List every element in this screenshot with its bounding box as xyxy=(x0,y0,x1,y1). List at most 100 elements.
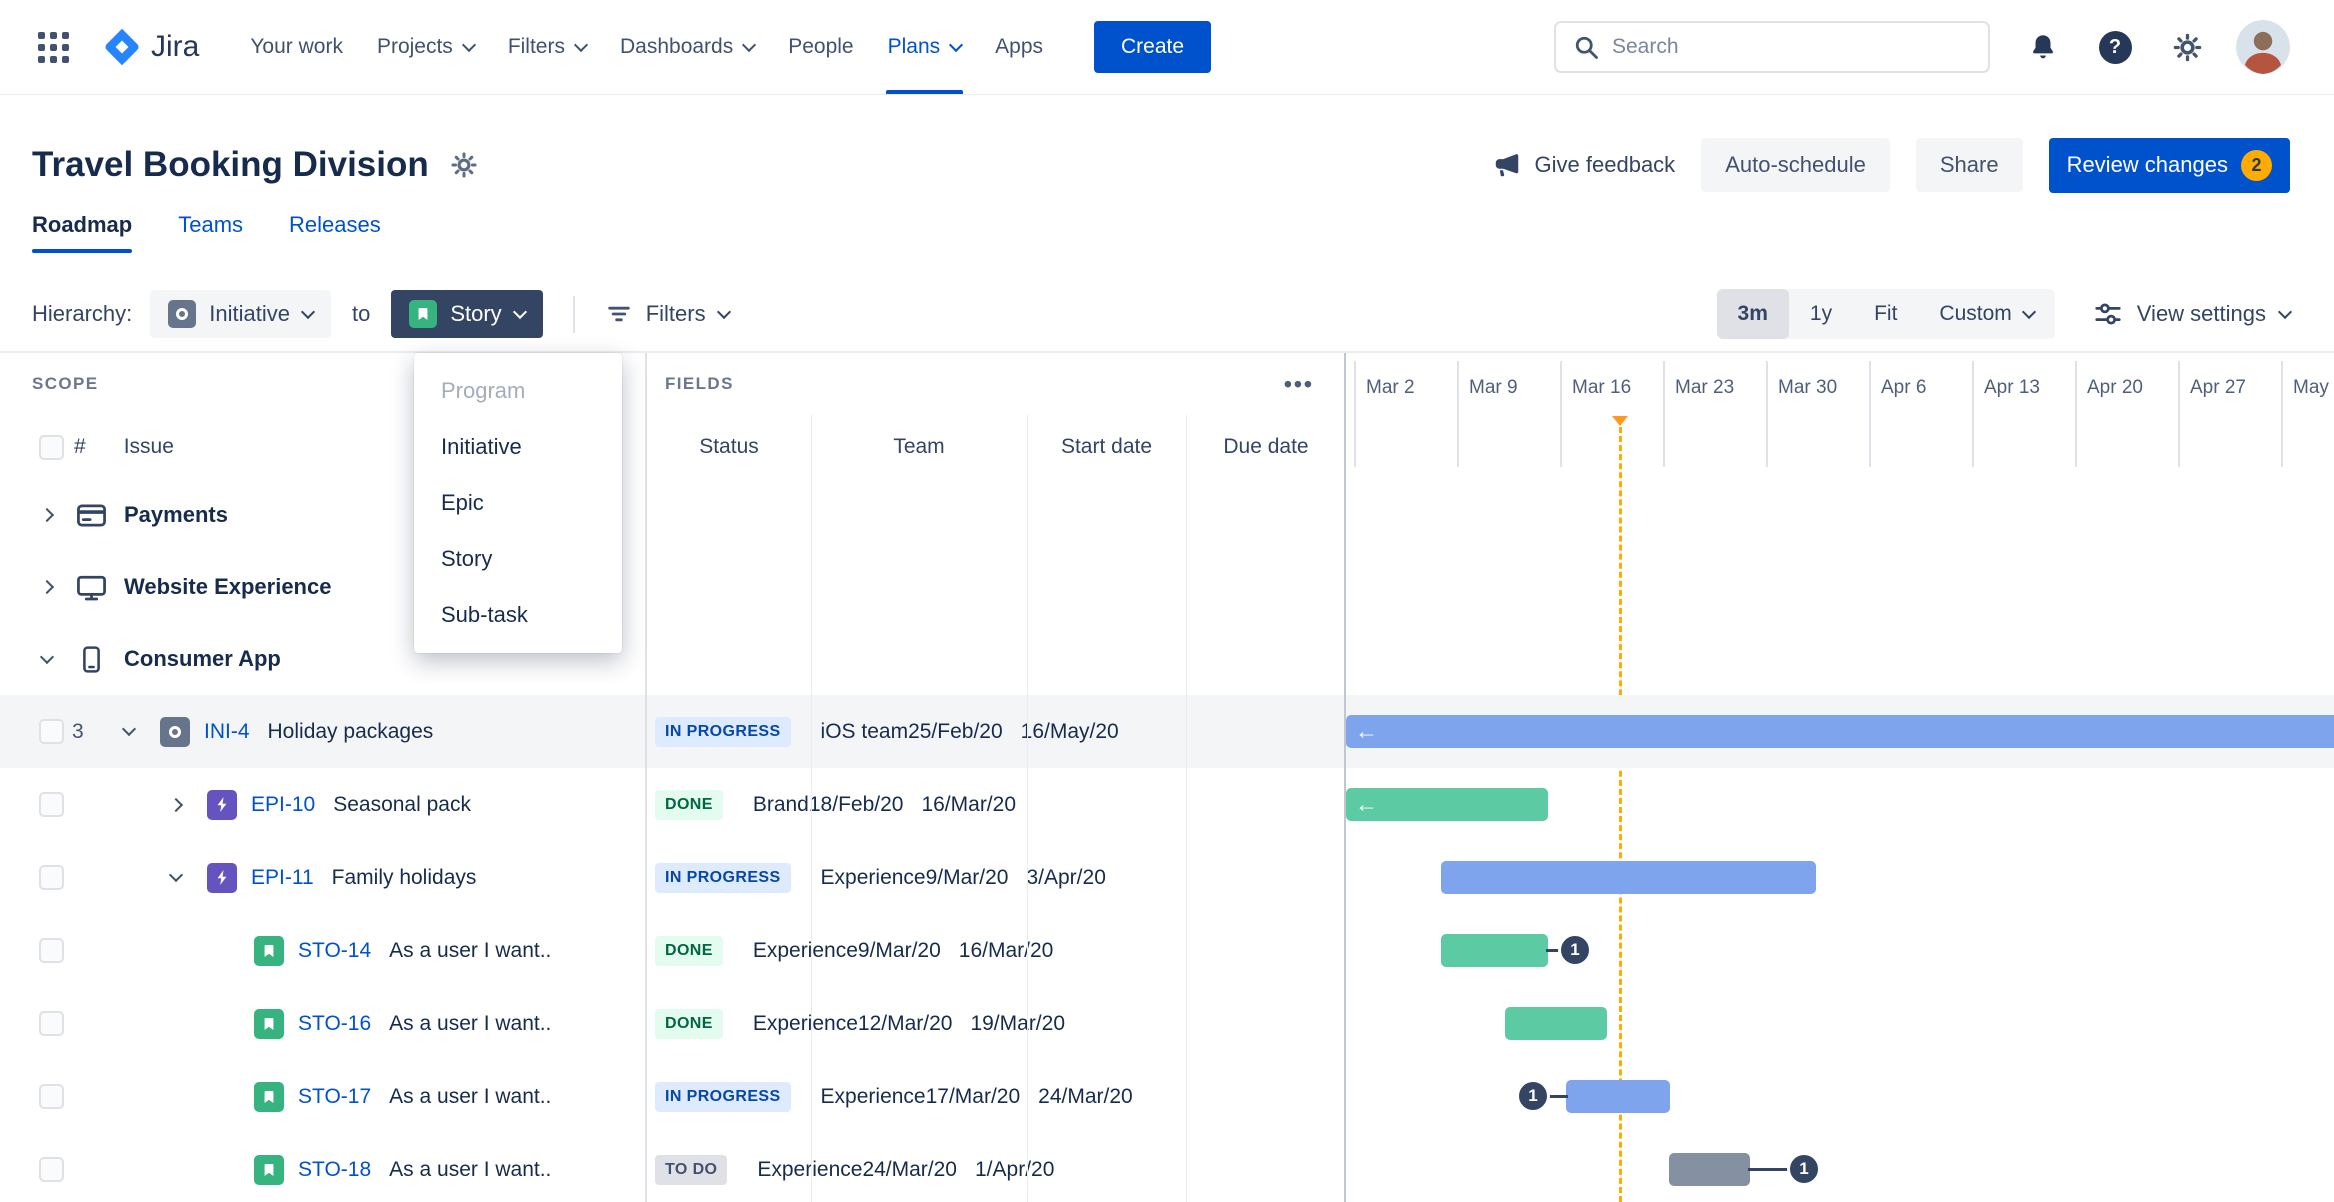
menu-item-sub-task[interactable]: Sub-task xyxy=(414,587,622,643)
due-date-cell[interactable]: 16/Mar/20 xyxy=(959,939,1072,963)
due-date-cell[interactable]: 1/Apr/20 xyxy=(975,1158,1072,1182)
row-checkbox[interactable] xyxy=(39,1011,64,1036)
menu-item-initiative[interactable]: Initiative xyxy=(414,419,622,475)
row-checkbox[interactable] xyxy=(39,865,64,890)
tab-teams[interactable]: Teams xyxy=(178,212,243,253)
chevron-down-icon[interactable] xyxy=(742,37,757,52)
zoom-option-fit[interactable]: Fit xyxy=(1853,289,1918,339)
status-badge[interactable]: DONE xyxy=(655,789,723,820)
start-date-cell[interactable]: 12/Mar/20 xyxy=(858,1012,971,1036)
nav-item-projects[interactable]: Projects xyxy=(360,0,491,94)
start-date-cell[interactable]: 25/Feb/20 xyxy=(908,720,1021,744)
expand-toggle-icon[interactable] xyxy=(168,867,184,883)
gantt-bar-ini-4[interactable]: ← xyxy=(1346,715,2334,748)
auto-schedule-button[interactable]: Auto-schedule xyxy=(1701,138,1890,192)
expand-toggle-icon[interactable] xyxy=(168,797,184,812)
menu-item-epic[interactable]: Epic xyxy=(414,475,622,531)
view-settings-button[interactable]: View settings xyxy=(2093,299,2293,329)
due-date-cell[interactable]: 16/May/20 xyxy=(1021,720,1137,744)
notifications-bell-icon[interactable] xyxy=(2020,24,2066,70)
scope-row-sto-18[interactable]: STO-18 As a user I want.. xyxy=(0,1133,645,1202)
row-checkbox[interactable] xyxy=(39,1157,64,1182)
issue-key[interactable]: STO-17 xyxy=(298,1085,371,1109)
row-checkbox[interactable] xyxy=(39,719,64,744)
share-button[interactable]: Share xyxy=(1915,138,2023,192)
gantt-bar-sto-14[interactable] xyxy=(1441,934,1548,967)
scope-row-epi-11[interactable]: EPI-11 Family holidays xyxy=(0,841,645,914)
plan-settings-gear-icon[interactable] xyxy=(449,150,479,180)
status-badge[interactable]: IN PROGRESS xyxy=(655,1081,791,1112)
tab-roadmap[interactable]: Roadmap xyxy=(32,212,133,253)
nav-item-your-work[interactable]: Your work xyxy=(233,0,360,94)
nav-item-filters[interactable]: Filters xyxy=(491,0,603,94)
expand-toggle-icon[interactable] xyxy=(121,721,137,737)
tab-releases[interactable]: Releases xyxy=(289,212,381,253)
status-badge[interactable]: DONE xyxy=(655,1008,723,1039)
zoom-option-custom[interactable]: Custom xyxy=(1918,289,2054,339)
issue-key[interactable]: INI-4 xyxy=(204,720,250,744)
settings-gear-icon[interactable] xyxy=(2164,24,2210,70)
select-all-checkbox[interactable] xyxy=(39,434,64,460)
scope-row-ini-4[interactable]: 3 INI-4 Holiday packages xyxy=(0,695,645,768)
status-badge[interactable]: IN PROGRESS xyxy=(655,716,791,747)
dependency-count-badge[interactable]: 1 xyxy=(1787,1152,1821,1186)
chevron-right-icon[interactable] xyxy=(39,507,55,523)
start-date-cell[interactable]: 18/Feb/20 xyxy=(809,793,922,817)
team-cell[interactable]: iOS team xyxy=(791,720,909,744)
due-date-cell[interactable]: 24/Mar/20 xyxy=(1038,1085,1151,1109)
chevron-down-icon[interactable] xyxy=(39,649,55,664)
start-date-cell[interactable]: 17/Mar/20 xyxy=(926,1085,1039,1109)
search-box[interactable] xyxy=(1554,21,1990,73)
zoom-option-3m[interactable]: 3m xyxy=(1716,289,1789,339)
help-icon[interactable]: ? xyxy=(2092,24,2138,70)
expand-toggle-icon[interactable] xyxy=(36,579,58,595)
dependency-count-badge[interactable]: 1 xyxy=(1516,1079,1550,1113)
team-cell[interactable]: Experience xyxy=(723,1012,858,1036)
user-avatar[interactable] xyxy=(2236,20,2290,74)
app-switcher-icon[interactable] xyxy=(30,24,77,71)
chevron-right-icon[interactable] xyxy=(39,579,55,595)
nav-item-dashboards[interactable]: Dashboards xyxy=(603,0,771,94)
hierarchy-from-dropdown[interactable]: Initiative xyxy=(150,290,331,338)
start-date-cell[interactable]: 9/Mar/20 xyxy=(926,866,1027,890)
chevron-down-icon[interactable] xyxy=(573,37,589,52)
expand-toggle-icon[interactable] xyxy=(36,507,58,523)
nav-item-apps[interactable]: Apps xyxy=(978,0,1060,94)
nav-item-plans[interactable]: Plans xyxy=(871,0,979,94)
row-checkbox[interactable] xyxy=(39,938,64,963)
fields-more-menu-icon[interactable]: ••• xyxy=(1284,371,1314,398)
dependency-count-badge[interactable]: 1 xyxy=(1558,933,1592,967)
gantt-bar-sto-16[interactable] xyxy=(1505,1007,1607,1040)
expand-toggle-icon[interactable] xyxy=(36,649,58,664)
issue-key[interactable]: EPI-11 xyxy=(251,866,314,890)
filters-button[interactable]: Filters xyxy=(605,300,731,328)
issue-key[interactable]: STO-18 xyxy=(298,1158,371,1182)
scope-row-sto-14[interactable]: STO-14 As a user I want.. xyxy=(0,914,645,987)
gantt-bar-sto-17[interactable] xyxy=(1566,1080,1670,1113)
team-cell[interactable]: Brand xyxy=(723,793,809,817)
create-button[interactable]: Create xyxy=(1094,21,1212,73)
issue-key[interactable]: STO-14 xyxy=(298,939,371,963)
issue-key[interactable]: STO-16 xyxy=(298,1012,371,1036)
row-checkbox[interactable] xyxy=(39,1084,64,1109)
team-cell[interactable]: Experience xyxy=(723,939,858,963)
scope-row-sto-16[interactable]: STO-16 As a user I want.. xyxy=(0,987,645,1060)
team-cell[interactable]: Experience xyxy=(727,1158,862,1182)
chevron-down-icon[interactable] xyxy=(461,37,476,52)
chevron-down-icon[interactable] xyxy=(949,37,964,52)
scope-row-sto-17[interactable]: STO-17 As a user I want.. xyxy=(0,1060,645,1133)
start-date-cell[interactable]: 9/Mar/20 xyxy=(858,939,959,963)
status-badge[interactable]: IN PROGRESS xyxy=(655,862,791,893)
issue-key[interactable]: EPI-10 xyxy=(251,793,315,817)
search-input[interactable] xyxy=(1612,35,1972,59)
chevron-down-icon[interactable] xyxy=(2021,304,2036,319)
gantt-bar-epi-11[interactable] xyxy=(1441,861,1816,894)
start-date-cell[interactable]: 24/Mar/20 xyxy=(862,1158,975,1182)
jira-home-link[interactable]: Jira xyxy=(101,26,199,68)
menu-item-story[interactable]: Story xyxy=(414,531,622,587)
hierarchy-to-dropdown[interactable]: Story xyxy=(391,290,543,338)
nav-item-people[interactable]: People xyxy=(771,0,870,94)
scope-row-epi-10[interactable]: EPI-10 Seasonal pack xyxy=(0,768,645,841)
gantt-bar-sto-18[interactable] xyxy=(1669,1153,1750,1186)
row-checkbox[interactable] xyxy=(39,792,64,817)
